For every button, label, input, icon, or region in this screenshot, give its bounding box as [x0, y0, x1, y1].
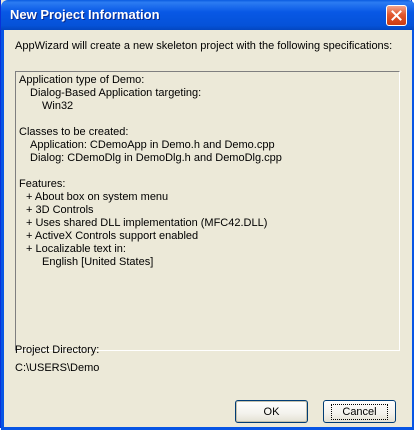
project-directory-value: C:\USERS\Demo — [15, 362, 100, 374]
spec-spacer — [19, 113, 396, 126]
spec-line: Classes to be created: — [19, 126, 129, 138]
spec-line: Dialog-Based Application targeting: — [30, 87, 202, 99]
spec-line: + ActiveX Controls support enabled — [26, 230, 199, 242]
spec-line: + About box on system menu — [26, 191, 169, 203]
title-bar[interactable]: New Project Information — [1, 0, 414, 30]
spec-line: Features: — [19, 178, 66, 190]
spec-line: + 3D Controls — [26, 204, 94, 216]
spec-line: Dialog: CDemoDlg in DemoDlg.h and DemoDl… — [30, 152, 282, 164]
spec-spacer — [19, 165, 396, 178]
dialog-body: AppWizard will create a new skeleton pro… — [4, 30, 412, 427]
close-button[interactable] — [386, 5, 407, 26]
ok-button-label: OK — [263, 405, 280, 418]
specifications-box: Application type of Demo: Dialog-Based Ap… — [15, 71, 400, 351]
spec-line: English [United States] — [42, 256, 154, 268]
spec-line: Application: CDemoApp in Demo.h and Demo… — [30, 139, 275, 151]
spec-line: + Localizable text in: — [26, 243, 126, 255]
ok-button[interactable]: OK — [235, 400, 308, 423]
cancel-button-label: Cancel — [331, 403, 388, 420]
spec-line: Application type of Demo: — [19, 74, 145, 86]
intro-text: AppWizard will create a new skeleton pro… — [15, 40, 393, 52]
close-icon — [391, 10, 402, 21]
spec-line: + Uses shared DLL implementation (MFC42.… — [26, 217, 268, 229]
cancel-button[interactable]: Cancel — [323, 400, 396, 423]
dialog-window: New Project Information AppWizard will c… — [0, 0, 414, 430]
spec-line: Win32 — [42, 100, 74, 112]
window-title: New Project Information — [10, 7, 160, 22]
project-directory-label: Project Directory: — [15, 344, 100, 356]
